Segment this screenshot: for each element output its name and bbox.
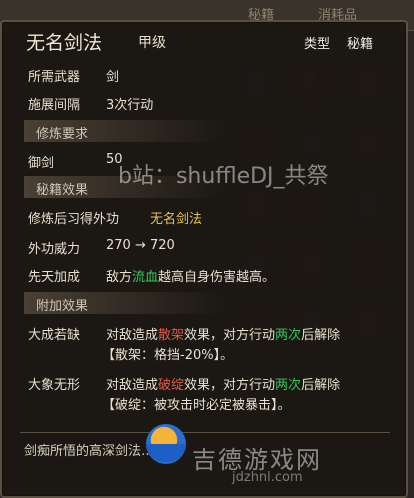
innate-label: 先天加成 (28, 270, 81, 285)
status-keyword: 破绽 (158, 378, 185, 393)
innate-text: 越高自身伤害越高。 (158, 270, 276, 285)
section-requirements: 修炼要求 (24, 120, 224, 142)
learn-label: 修炼后习得外功 (28, 212, 120, 227)
innate-value: 敌方流血越高自身伤害越高。 (106, 266, 275, 285)
effect-text: 后解除 (301, 378, 341, 393)
learn-value: 无名剑法 (150, 212, 203, 227)
weapon-label: 所需武器 (28, 70, 81, 85)
turns-keyword: 两次 (275, 378, 302, 393)
effect-detail: 【散架：格挡-20%】。 (102, 348, 234, 363)
section-title: 修炼要求 (36, 127, 89, 142)
divider (20, 432, 390, 433)
bilibili-watermark: b站：shuffleDJ_共祭 (118, 164, 329, 189)
effect-label: 大象无形 (28, 378, 81, 393)
interval-label: 施展间隔 (28, 98, 81, 113)
innate-text: 敌方 (106, 270, 133, 285)
status-keyword: 散架 (158, 328, 185, 343)
sword-label: 御剑 (28, 156, 55, 171)
power-label: 外功威力 (28, 242, 81, 257)
turns-keyword: 两次 (275, 328, 302, 343)
section-title: 秘籍效果 (36, 183, 89, 198)
effect-label: 大成若缺 (28, 328, 81, 343)
tooltip-header: 无名剑法 甲级 类型 秘籍 (2, 22, 406, 60)
effect-text: 对敌造成 (106, 328, 159, 343)
effect-text: 效果，对方行动 (184, 328, 276, 343)
interval-value: 3次行动 (106, 98, 154, 113)
type-label: 类型 (304, 37, 331, 52)
weapon-value: 剑 (106, 70, 120, 85)
item-grade: 甲级 (138, 35, 166, 51)
bleed-keyword: 流血 (132, 270, 159, 285)
effect-line: 对敌造成破绽效果，对方行动两次后解除 (106, 374, 340, 393)
effect-line: 对敌造成散架效果，对方行动两次后解除 (106, 324, 340, 343)
effect-text: 对敌造成 (106, 378, 159, 393)
site-url-watermark: jdzhnl.com (232, 470, 303, 485)
item-tooltip: 无名剑法 甲级 类型 秘籍 所需武器 剑 施展间隔 3次行动 修炼要求 御剑 5… (0, 20, 408, 498)
item-title: 无名剑法 (26, 32, 103, 54)
effect-detail: 【破绽：被攻击时必定被暴击】。 (102, 398, 291, 413)
power-value: 270 → 720 (106, 238, 175, 253)
effect-text: 效果，对方行动 (184, 378, 276, 393)
effect-text: 后解除 (301, 328, 341, 343)
type-value: 秘籍 (347, 37, 374, 52)
section-title: 附加效果 (36, 299, 89, 314)
section-extra-effect: 附加效果 (24, 292, 224, 314)
